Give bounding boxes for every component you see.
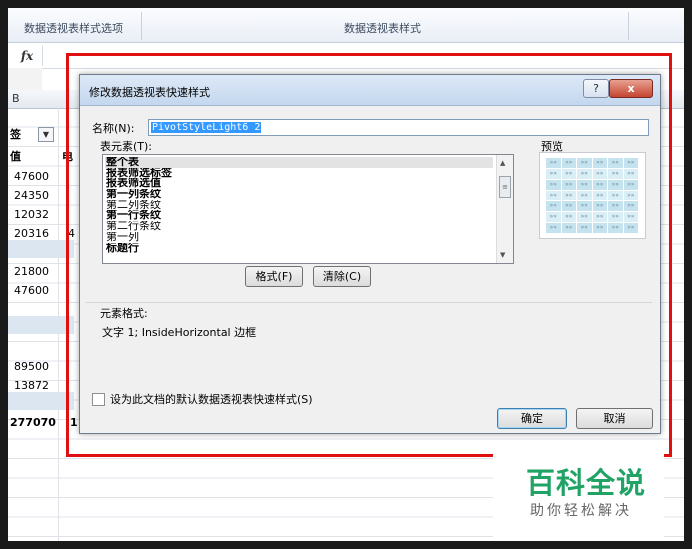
style-name-input[interactable]: PivotStyleLight6 2	[148, 119, 649, 136]
style-preview: »»»»»»»»»»»» »»»»»»»»»»»» »»»»»»»»»»»» »…	[539, 152, 646, 239]
table-elements-list[interactable]: 整个表 报表筛选标签 报表筛选值 第一列条纹 第二列条纹 第一行条纹 第二行条纹…	[102, 154, 514, 264]
watermark-title: 百科全说	[526, 466, 647, 500]
filter-dropdown-button[interactable]: ▼	[38, 127, 54, 142]
list-item[interactable]: 报表筛选标签	[105, 168, 493, 179]
element-format-value: 文字 1; InsideHorizontal 边框	[102, 326, 257, 339]
list-item[interactable]: 第一行条纹	[105, 210, 493, 221]
row-band	[8, 240, 74, 258]
dialog-title: 修改数据透视表快速样式	[89, 86, 210, 99]
style-name-value: PivotStyleLight6 2	[151, 122, 262, 133]
list-item[interactable]: 报表筛选值	[105, 178, 493, 189]
close-button[interactable]: x	[609, 79, 653, 98]
name-label: 名称(N):	[92, 122, 135, 135]
column-header-b[interactable]: B	[12, 92, 20, 105]
preview-grid: »»»»»»»»»»»» »»»»»»»»»»»» »»»»»»»»»»»» »…	[546, 158, 638, 233]
list-item[interactable]: 整个表	[105, 157, 493, 168]
ok-button[interactable]: 确定	[497, 408, 567, 429]
value-cell[interactable]: 20316	[14, 227, 49, 240]
ribbon-group-styles[interactable]: 数据透视表样式	[344, 20, 421, 36]
list-item[interactable]: 标题行	[105, 243, 493, 254]
cell-fragment: 签	[10, 128, 21, 141]
row-label-filter-cell: 签 ▼	[8, 126, 74, 142]
value-cell[interactable]: 21800	[14, 265, 49, 278]
element-format-label: 元素格式:	[100, 307, 148, 320]
value-cell[interactable]: 12032	[14, 208, 49, 221]
list-item[interactable]: 第二行条纹	[105, 221, 493, 232]
watermark-subtitle: 助你轻松解决	[530, 503, 632, 519]
watermark-logo: 百科全说 助你轻松解决	[493, 448, 664, 538]
ribbon-separator	[628, 12, 629, 40]
ribbon-separator	[141, 12, 142, 40]
value-cell[interactable]: 13872	[14, 379, 49, 392]
value-cell[interactable]: 89500	[14, 360, 49, 373]
list-item[interactable]: 第一列条纹	[105, 189, 493, 200]
list-item[interactable]: 第一列	[105, 232, 493, 243]
excel-window: 数据透视表样式选项 数据透视表样式 fx B 签 ▼ 值 电 47600 243…	[8, 8, 684, 541]
header-value-cell[interactable]: 值	[10, 148, 21, 164]
insert-function-button[interactable]: fx	[12, 46, 43, 66]
row-band	[8, 316, 74, 334]
help-button[interactable]: ?	[583, 79, 609, 98]
divider	[86, 302, 652, 303]
scroll-up-arrow-icon[interactable]: ▲	[500, 159, 505, 167]
default-style-label[interactable]: 设为此文档的默认数据透视表快速样式(S)	[110, 391, 313, 407]
scroll-thumb[interactable]: ≡	[499, 176, 511, 198]
value-cell[interactable]: 47600	[14, 170, 49, 183]
format-button[interactable]: 格式(F)	[245, 266, 303, 287]
ribbon: 数据透视表样式选项 数据透视表样式	[8, 8, 684, 43]
modify-pivot-style-dialog: 修改数据透视表快速样式 ? x 名称(N): PivotStyleLight6 …	[79, 74, 661, 434]
grand-total-cell[interactable]: 277070	[10, 416, 56, 429]
row-band	[8, 392, 74, 410]
sheet-corner	[8, 68, 42, 90]
clear-button[interactable]: 清除(C)	[313, 266, 371, 287]
cancel-button[interactable]: 取消	[576, 408, 653, 429]
list-item[interactable]: 第二列条纹	[105, 200, 493, 211]
dialog-titlebar[interactable]: 修改数据透视表快速样式 ? x	[80, 75, 660, 106]
value-cell[interactable]: 24350	[14, 189, 49, 202]
table-elements-items: 整个表 报表筛选标签 报表筛选值 第一列条纹 第二列条纹 第一行条纹 第二行条纹…	[105, 157, 493, 253]
value-cell[interactable]: 47600	[14, 284, 49, 297]
scroll-down-arrow-icon[interactable]: ▼	[500, 251, 505, 259]
elements-scrollbar[interactable]: ▲ ≡ ▼	[496, 155, 513, 263]
default-style-checkbox[interactable]	[92, 393, 105, 406]
ribbon-group-style-options[interactable]: 数据透视表样式选项	[24, 20, 123, 36]
table-elements-label: 表元素(T):	[100, 140, 153, 153]
